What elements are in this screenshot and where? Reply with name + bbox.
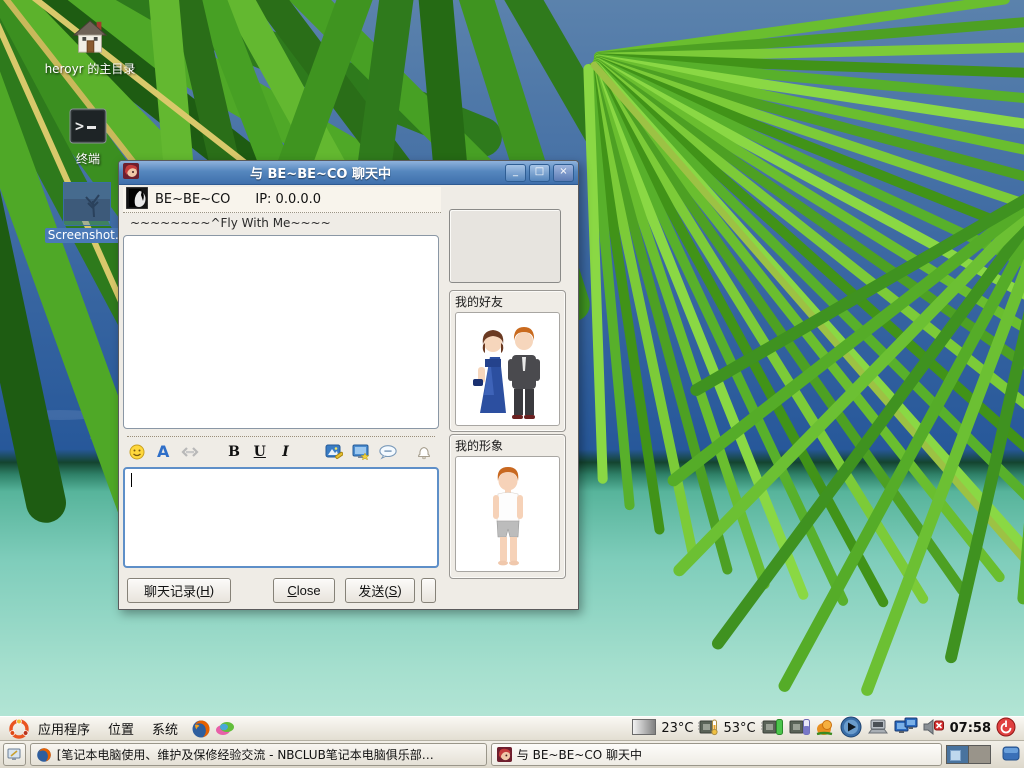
- task-title: 与 BE~BE~CO 聊天中: [517, 746, 642, 763]
- font-icon[interactable]: A: [155, 443, 172, 461]
- history-button[interactable]: 聊天记录(H): [127, 578, 231, 603]
- menu-applications[interactable]: 应用程序: [29, 719, 99, 738]
- firefox-launcher-icon[interactable]: [191, 719, 211, 739]
- send-image-icon[interactable]: [325, 443, 343, 461]
- screenshot-thumbnail-icon: [63, 182, 111, 226]
- workspace-2[interactable]: [968, 746, 990, 763]
- cpu-temp-label: 23°C: [661, 721, 693, 736]
- workspace-window-miniature: [950, 750, 961, 761]
- fan-chip-icon[interactable]: [788, 718, 810, 740]
- video-preview-box: [449, 209, 561, 283]
- screen-capture-icon[interactable]: [352, 443, 370, 461]
- chat-window: 与 BE~BE~CO 聊天中 _ □ × BE~BE~CO IP: 0.0.0.…: [118, 160, 579, 610]
- divider: [127, 436, 435, 437]
- send-button[interactable]: 发送(S): [345, 578, 415, 603]
- bold-button[interactable]: B: [226, 443, 243, 461]
- self-avatar-group: 我的形象: [449, 434, 566, 579]
- show-desktop-button[interactable]: [3, 743, 26, 766]
- peer-name: BE~BE~CO: [155, 192, 230, 207]
- peer-signature: ~~~~~~~~^Fly With Me~~~~: [123, 216, 441, 233]
- peer-ip: IP: 0.0.0.0: [255, 192, 321, 207]
- menu-places[interactable]: 位置: [99, 719, 143, 738]
- chat-window-titlebar[interactable]: 与 BE~BE~CO 聊天中 _ □ ×: [119, 161, 578, 185]
- desktop-icon-label: heroyr 的主目录: [35, 62, 145, 77]
- network-monitors-icon[interactable]: [894, 717, 918, 741]
- media-player-icon[interactable]: [840, 716, 862, 742]
- window-list-panel: [笔记本电脑使用、维护及保修经验交流 - NBCLUB笔记本电脑俱乐部… 与 B…: [0, 741, 1024, 768]
- distro-logo-icon[interactable]: [9, 719, 29, 739]
- desktop: { "colors": { "titlebar_blue": "#4C7DB8"…: [0, 0, 1024, 768]
- desktop-icon-terminal[interactable]: > 终端: [33, 106, 143, 167]
- close-chat-button[interactable]: Close: [273, 578, 335, 603]
- window-title: 与 BE~BE~CO 聊天中: [139, 163, 502, 182]
- show-desktop-icon: [7, 748, 21, 761]
- message-input[interactable]: [123, 467, 439, 568]
- italic-button[interactable]: I: [277, 443, 294, 461]
- svg-text:>: >: [75, 117, 84, 135]
- peer-avatar[interactable]: [126, 187, 148, 213]
- friends-label: 我的好友: [455, 294, 560, 310]
- terminal-icon: >: [68, 106, 108, 150]
- task-button-firefox[interactable]: [笔记本电脑使用、维护及保修经验交流 - NBCLUB笔记本电脑俱乐部…: [30, 743, 487, 766]
- workspace-switcher: [946, 745, 991, 764]
- power-button-icon[interactable]: [996, 717, 1016, 741]
- text-caret: [131, 473, 132, 487]
- friends-group: 我的好友: [449, 290, 566, 432]
- monitor-gradient-applet[interactable]: [632, 719, 656, 739]
- menu-system[interactable]: 系统: [143, 719, 187, 738]
- emoticon-icon[interactable]: [129, 443, 146, 461]
- system-tray: 23°C 53°C: [632, 716, 1019, 742]
- couple-avatar-illustration: [460, 315, 555, 423]
- volume-muted-icon[interactable]: [923, 718, 945, 740]
- self-avatar-image[interactable]: [455, 456, 560, 572]
- self-avatar-illustration: [473, 459, 543, 569]
- send-options-button[interactable]: [421, 578, 436, 603]
- cpu-temp-chip-icon[interactable]: [698, 718, 718, 740]
- chat-app-launcher-icon[interactable]: [215, 719, 235, 739]
- firefox-icon: [36, 747, 52, 763]
- gpu-temp-label: 53°C: [723, 721, 755, 736]
- maximize-button[interactable]: □: [529, 164, 550, 182]
- friends-image[interactable]: [455, 312, 560, 426]
- gnome-menu-panel: 应用程序 位置 系统 23°C: [0, 716, 1024, 741]
- home-icon: [71, 18, 109, 60]
- desktop-icon-home[interactable]: heroyr 的主目录: [35, 18, 145, 77]
- link-icon[interactable]: [181, 443, 199, 461]
- desktop-icon-label: Screenshot.p: [45, 228, 130, 243]
- minimize-button[interactable]: _: [505, 164, 526, 182]
- task-title: [笔记本电脑使用、维护及保修经验交流 - NBCLUB笔记本电脑俱乐部…: [57, 746, 434, 763]
- close-button[interactable]: ×: [553, 164, 574, 182]
- trash-applet-icon[interactable]: [1001, 743, 1021, 766]
- chat-button-row: 聊天记录(H) Close 发送(S): [123, 577, 439, 603]
- gpu-temp-chip-icon[interactable]: [761, 718, 783, 740]
- chat-toolbar: A B U I: [123, 439, 439, 464]
- laptop-icon[interactable]: [867, 719, 889, 739]
- task-button-chat[interactable]: 与 BE~BE~CO 聊天中: [491, 743, 942, 766]
- nudge-bell-icon[interactable]: [415, 443, 433, 461]
- self-avatar-label: 我的形象: [455, 438, 560, 454]
- window-avatar-icon: [123, 163, 139, 183]
- chat-avatar-icon: [497, 747, 512, 762]
- workspace-1[interactable]: [947, 746, 968, 763]
- chat-mode-bubble-icon[interactable]: [379, 443, 397, 461]
- underline-button[interactable]: U: [251, 443, 268, 461]
- peer-info-strip: BE~BE~CO IP: 0.0.0.0: [123, 187, 441, 213]
- clock-applet[interactable]: 07:58: [950, 721, 991, 736]
- chat-history-area[interactable]: [123, 235, 439, 429]
- tray-applet-icon[interactable]: [815, 717, 835, 741]
